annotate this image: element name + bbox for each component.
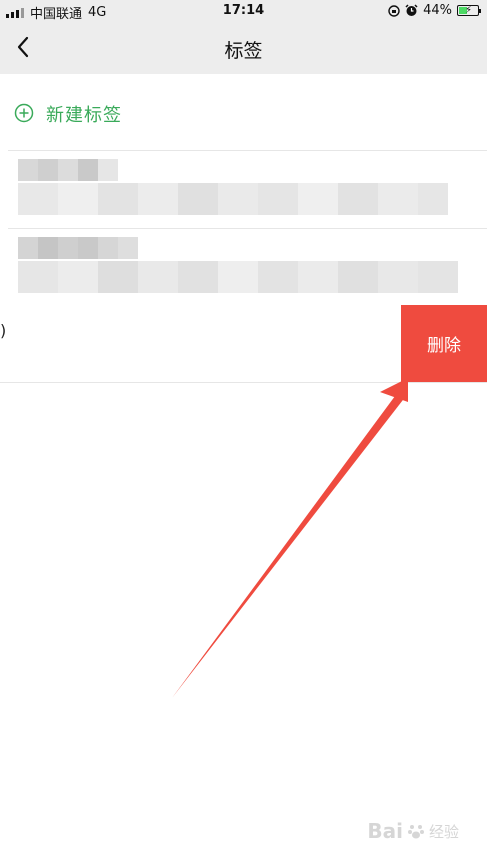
delete-button[interactable]: 删除 <box>401 305 487 382</box>
pixelated-tag-members <box>18 261 458 293</box>
new-tag-button[interactable]: 新建标签 <box>0 74 487 150</box>
paw-icon <box>407 825 424 839</box>
watermark-logo: Bai <box>367 819 403 843</box>
charging-bolt-icon: ⚡ <box>465 5 473 16</box>
orientation-lock-icon <box>388 4 400 17</box>
pixelated-tag-name <box>18 159 118 181</box>
watermark: Bai 经验 <box>367 819 459 843</box>
status-bar: 中国联通 4G 17:14 44% ⚡ <box>0 0 487 22</box>
tag-row-blurred[interactable] <box>0 229 487 306</box>
alarm-clock-icon <box>405 4 418 16</box>
pixelated-tag-members <box>18 183 448 215</box>
pixelated-tag-name <box>18 237 138 259</box>
watermark-text: 经验 <box>428 822 459 841</box>
swiped-row-text: ) <box>0 321 7 340</box>
status-right: 44% ⚡ <box>388 3 481 18</box>
battery-icon: ⚡ <box>457 5 481 16</box>
new-tag-label: 新建标签 <box>46 105 122 126</box>
tag-row-blurred[interactable] <box>0 151 487 228</box>
nav-bar: 标签 <box>0 22 487 74</box>
divider <box>0 382 487 383</box>
plus-circle-icon <box>14 103 34 123</box>
tag-row-swiped[interactable]: ) 删除 <box>0 305 487 382</box>
battery-percent: 44% <box>423 3 452 18</box>
page-title: 标签 <box>224 40 263 62</box>
screen: 中国联通 4G 17:14 44% ⚡ 标签 新建标签) 删除 Bai 经验 <box>0 0 487 857</box>
